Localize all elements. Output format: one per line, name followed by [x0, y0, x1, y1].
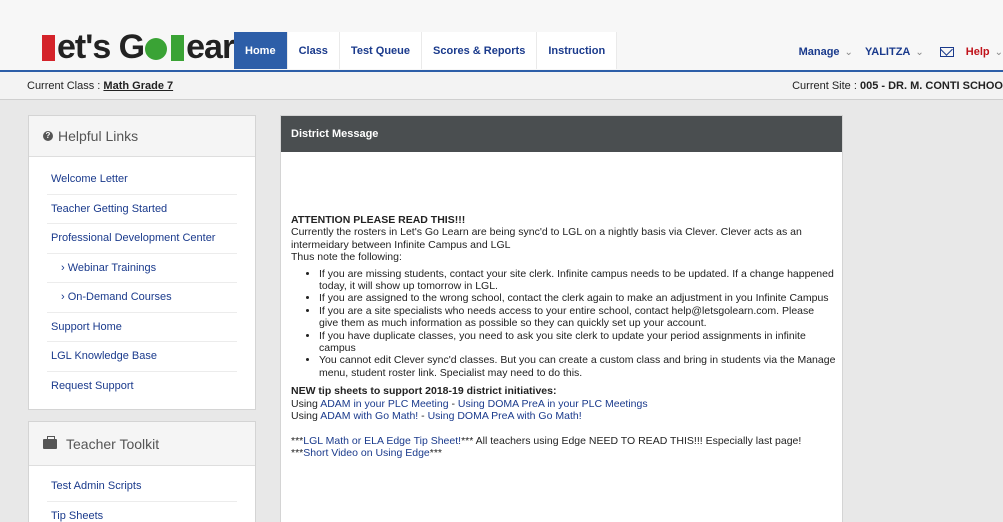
edge-pre: ***: [291, 434, 304, 447]
tab-scores-reports[interactable]: Scores & Reports: [422, 32, 538, 69]
logo-l-block: [42, 35, 55, 61]
video-line: ***Short Video on Using Edge***: [291, 447, 836, 459]
briefcase-icon: [43, 435, 57, 449]
envelope-icon: [939, 47, 954, 57]
link-edge-video[interactable]: Short Video on Using Edge: [303, 447, 429, 459]
district-message-body: ATTENTION PLEASE READ THIS!!! Currently …: [291, 214, 836, 459]
site-prefix: Current Site :: [792, 80, 860, 92]
logo-apostrophe: ': [85, 28, 93, 66]
link-test-admin-scripts[interactable]: Test Admin Scripts: [47, 472, 237, 502]
helpful-links-header: ? Helpful Links: [29, 116, 255, 157]
teacher-toolkit-panel: Teacher Toolkit Test Admin Scripts Tip S…: [28, 421, 256, 522]
attention-heading: ATTENTION PLEASE READ THIS!!!: [291, 214, 466, 226]
district-message-panel: District Message ATTENTION PLEASE READ T…: [280, 115, 843, 522]
chevron-down-icon: ⌄: [844, 46, 853, 58]
tab-home[interactable]: Home: [234, 32, 288, 69]
tip-sep: -: [418, 410, 428, 423]
class-bar: Current Class : Math Grade 7 Current Sit…: [0, 70, 1003, 100]
chevron-down-icon: ⌄: [915, 46, 924, 58]
message-intro: Currently the rosters in Let's Go Learn …: [291, 226, 802, 251]
teacher-toolkit-title: Teacher Toolkit: [66, 435, 160, 452]
tab-test-queue[interactable]: Test Queue: [339, 32, 423, 69]
manage-menu[interactable]: Manage ⌄: [799, 46, 853, 58]
message-bullets: If you are missing students, contact you…: [291, 268, 836, 380]
edge-line: ***LGL Math or ELA Edge Tip Sheet!*** Al…: [291, 435, 836, 447]
main-tabs: Home Class Test Queue Scores & Reports I…: [234, 32, 618, 69]
link-lgl-knowledge-base[interactable]: LGL Knowledge Base: [47, 342, 237, 372]
current-class: Current Class : Math Grade 7: [27, 80, 173, 92]
manage-label: Manage: [798, 46, 840, 58]
logo-text-et: et: [57, 28, 86, 66]
tip-sep: -: [448, 397, 458, 410]
tab-class[interactable]: Class: [287, 32, 340, 69]
help-label: Help: [965, 46, 990, 58]
user-menu[interactable]: YALITZA ⌄: [865, 46, 924, 58]
tip-prefix: Using: [291, 397, 321, 410]
helpful-links-title: Helpful Links: [58, 128, 139, 144]
current-site: Current Site : 005 - DR. M. CONTI SCHOO: [792, 80, 1003, 92]
bullet-item: If you have duplicate classes, you need …: [319, 330, 836, 355]
edge-post: *** All teachers using Edge NEED TO READ…: [461, 434, 802, 447]
chevron-down-icon: ⌄: [994, 46, 1003, 58]
link-tip-sheets[interactable]: Tip Sheets: [47, 502, 237, 522]
link-doma-go-math[interactable]: Using DOMA PreA with Go Math!: [428, 410, 582, 422]
video-pre: ***: [291, 446, 304, 459]
logo-o-circle: [145, 38, 168, 60]
logo-l2-block: [171, 35, 185, 61]
bullet-item: You cannot edit Clever sync'd classes. B…: [319, 354, 836, 379]
link-webinar-trainings[interactable]: › Webinar Trainings: [47, 254, 237, 283]
link-professional-development[interactable]: Professional Development Center: [47, 224, 237, 254]
link-teacher-getting-started[interactable]: Teacher Getting Started: [47, 195, 237, 224]
right-nav: Manage ⌄ YALITZA ⌄ Help ⌄: [787, 46, 1003, 58]
question-circle-icon: ?: [43, 131, 53, 141]
link-request-support[interactable]: Request Support: [47, 372, 237, 402]
link-doma-plc[interactable]: Using DOMA PreA in your PLC Meetings: [458, 398, 648, 410]
help-menu[interactable]: Help ⌄: [966, 46, 1003, 58]
bullet-item: If you are missing students, contact you…: [319, 268, 836, 293]
link-edge-tip-sheet[interactable]: LGL Math or ELA Edge Tip Sheet!: [303, 435, 461, 447]
link-adam-go-math[interactable]: ADAM with Go Math!: [320, 410, 418, 422]
video-post: ***: [429, 446, 443, 459]
tip-line-1: Using ADAM in your PLC Meeting - Using D…: [291, 398, 836, 410]
tip-prefix: Using: [291, 410, 321, 423]
bullet-item: If you are assigned to the wrong school,…: [319, 292, 836, 304]
top-navbar: et ' s G earn Home Class Test Queue Scores…: [0, 0, 1003, 77]
new-tip-heading: NEW tip sheets to support 2018-19 distri…: [291, 385, 557, 398]
tab-instruction[interactable]: Instruction: [537, 32, 618, 69]
class-prefix: Current Class :: [27, 80, 104, 92]
teacher-toolkit-header: Teacher Toolkit: [29, 422, 255, 466]
message-note: Thus note the following:: [291, 251, 402, 264]
link-on-demand-courses[interactable]: › On-Demand Courses: [47, 283, 237, 313]
logo-text-sg: s G: [92, 28, 145, 66]
district-message-header: District Message: [281, 116, 842, 152]
bullet-item: If you are a site specialists who needs …: [319, 305, 836, 330]
link-adam-plc[interactable]: ADAM in your PLC Meeting: [320, 398, 448, 410]
helpful-links-panel: ? Helpful Links Welcome Letter Teacher G…: [28, 115, 256, 410]
link-welcome-letter[interactable]: Welcome Letter: [47, 165, 237, 195]
tip-line-2: Using ADAM with Go Math! - Using DOMA Pr…: [291, 410, 836, 422]
link-support-home[interactable]: Support Home: [47, 313, 237, 342]
lets-go-learn-logo[interactable]: et ' s G earn: [40, 28, 255, 66]
class-name-link[interactable]: Math Grade 7: [103, 80, 173, 92]
user-name: YALITZA: [864, 46, 911, 58]
messages-button[interactable]: [936, 47, 954, 57]
site-name: 005 - DR. M. CONTI SCHOO: [859, 80, 1003, 92]
